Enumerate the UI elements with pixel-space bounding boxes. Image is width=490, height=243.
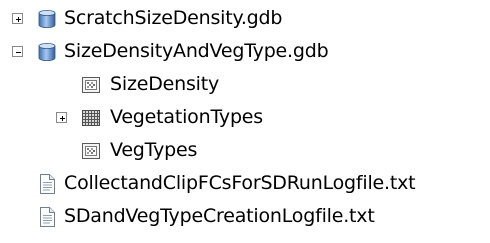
geodatabase-icon (36, 41, 58, 63)
tree-item-collectandclip-logfile[interactable]: CollectandClipFCsForSDRunLogfile.txt (0, 167, 488, 200)
tree-item-vegetationtypes[interactable]: VegetationTypes (0, 101, 300, 134)
text-file-icon (36, 206, 58, 228)
tree-item-label: ScratchSizeDensity.gdb (64, 7, 283, 29)
tree-item-sizedensity[interactable]: SizeDensity (0, 68, 260, 101)
raster-dataset-icon (80, 140, 102, 162)
tree-item-scratchsizedensity-gdb[interactable]: ScratchSizeDensity.gdb (0, 2, 350, 35)
tree-item-vegtypes[interactable]: VegTypes (0, 134, 240, 167)
raster-dataset-icon (80, 74, 102, 96)
text-file-icon (36, 173, 58, 195)
tree-item-label: VegetationTypes (110, 106, 263, 128)
tree-item-sizedensityandvegtype-gdb[interactable]: SizeDensityAndVegType.gdb (0, 35, 360, 68)
tree-item-sdandvegtype-logfile[interactable]: SDandVegTypeCreationLogfile.txt (0, 200, 420, 233)
tree-item-label: SizeDensity (110, 73, 220, 95)
tree-item-label: SDandVegTypeCreationLogfile.txt (64, 205, 375, 227)
geodatabase-icon (36, 8, 58, 30)
tree-item-label: VegTypes (110, 139, 198, 161)
raster-catalog-icon (80, 107, 102, 129)
tree-item-label: CollectandClipFCsForSDRunLogfile.txt (64, 172, 416, 194)
expand-plus-icon[interactable] (56, 112, 67, 123)
expand-plus-icon[interactable] (12, 13, 23, 24)
collapse-minus-icon[interactable] (12, 46, 23, 57)
catalog-tree: ScratchSizeDensity.gdb SizeDensityAndVeg… (0, 0, 490, 243)
tree-item-label: SizeDensityAndVegType.gdb (64, 40, 329, 62)
